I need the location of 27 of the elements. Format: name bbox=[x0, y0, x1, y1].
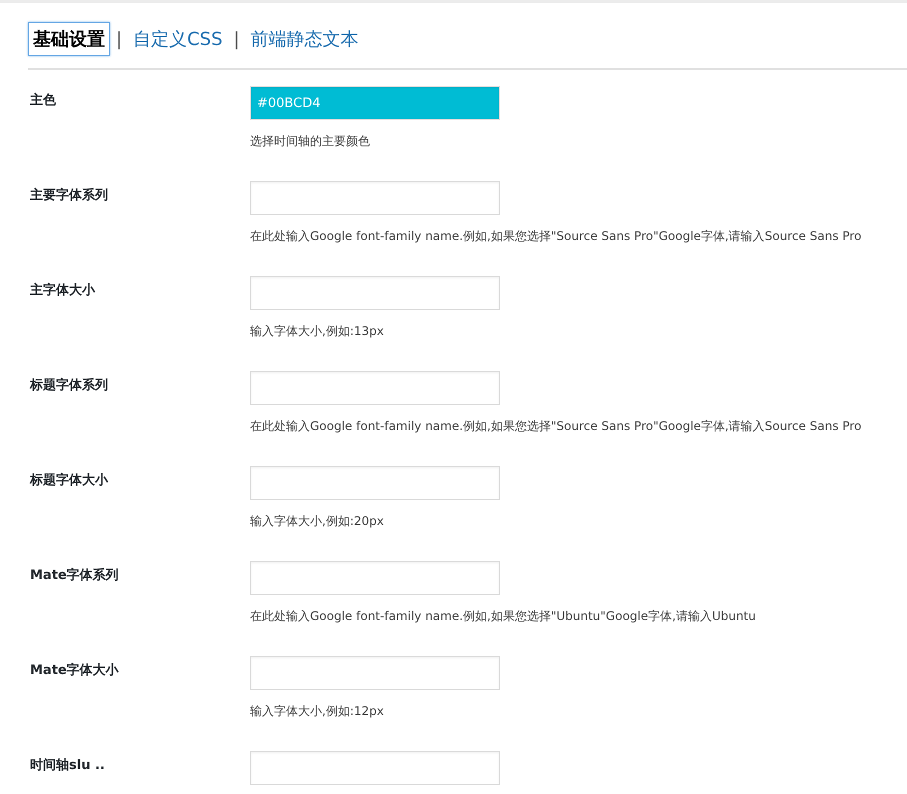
field-hint: 在此处输入Google font-family name.例如,如果您选择"Ubuntu"Google字体,请输入Ubuntu bbox=[250, 608, 757, 625]
field-hint: 在此处输入Google font-family name.例如,如果您选择"Source Sans Pro"Google字体,请输入Source Sans Pro bbox=[250, 418, 862, 435]
input-field[interactable] bbox=[250, 751, 500, 785]
setting-label: 主色 bbox=[30, 92, 57, 109]
tab-separator: | bbox=[234, 28, 240, 50]
input-field[interactable] bbox=[250, 371, 500, 405]
tab[interactable]: 基础设置 bbox=[28, 22, 110, 56]
input-field[interactable] bbox=[250, 656, 500, 690]
setting-label: 主字体大小 bbox=[30, 282, 96, 299]
field-hint: 选择时间轴的主要颜色 bbox=[250, 133, 371, 150]
setting-label: 时间轴slu .. bbox=[30, 757, 106, 774]
setting-label: 标题字体系列 bbox=[30, 376, 109, 394]
field-hint: 输入字体大小,例如:13px bbox=[250, 323, 385, 340]
setting-label: 主要字体系列 bbox=[30, 186, 109, 204]
setting-label: Mate字体系列 bbox=[30, 566, 120, 584]
field-hint: 输入字体大小,例如:20px bbox=[250, 513, 385, 530]
input-field[interactable] bbox=[250, 561, 500, 595]
tab[interactable]: 自定义CSS bbox=[128, 22, 228, 56]
input-field[interactable] bbox=[250, 276, 500, 310]
setting-label: Mate字体大小 bbox=[30, 662, 120, 679]
setting-label: 标题字体大小 bbox=[30, 472, 110, 489]
input-field[interactable] bbox=[250, 181, 500, 215]
field-hint: 输入字体大小,例如:12px bbox=[250, 703, 385, 720]
input-field[interactable] bbox=[250, 466, 500, 500]
tab-separator: | bbox=[116, 28, 122, 50]
tab[interactable]: 前端静态文本 bbox=[246, 22, 364, 56]
field-hint: 在此处输入Google font-family name.例如,如果您选择"Source Sans Pro"Google字体,请输入Source Sans Pro bbox=[250, 228, 862, 245]
